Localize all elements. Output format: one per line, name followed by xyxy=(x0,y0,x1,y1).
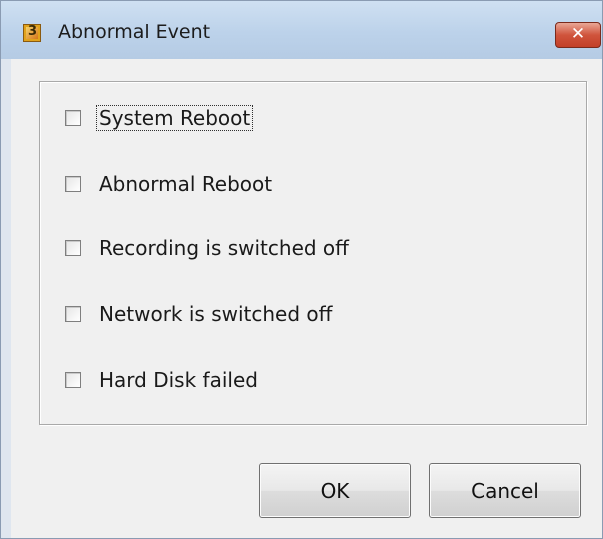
checkbox-label[interactable]: System Reboot xyxy=(95,105,254,131)
checkbox-label[interactable]: Network is switched off xyxy=(97,302,334,326)
window-title: Abnormal Event xyxy=(58,21,211,43)
checkbox-label[interactable]: Hard Disk failed xyxy=(97,368,260,392)
checkbox-box[interactable] xyxy=(65,306,81,322)
app-icon xyxy=(23,24,41,42)
checkbox-box[interactable] xyxy=(65,372,81,388)
checkbox-abnormal-reboot[interactable]: Abnormal Reboot xyxy=(65,169,274,199)
checkbox-network-switched-off[interactable]: Network is switched off xyxy=(65,299,334,329)
cancel-button[interactable]: Cancel xyxy=(429,463,581,518)
abnormal-event-dialog: Abnormal Event ✕ System Reboot Abnormal … xyxy=(0,0,603,539)
ok-button[interactable]: OK xyxy=(259,463,411,518)
checkbox-label[interactable]: Recording is switched off xyxy=(97,236,351,260)
checkbox-hard-disk-failed[interactable]: Hard Disk failed xyxy=(65,365,260,395)
checkbox-label[interactable]: Abnormal Reboot xyxy=(97,172,274,196)
checkbox-box[interactable] xyxy=(65,240,81,256)
close-icon: ✕ xyxy=(570,24,586,44)
checkbox-system-reboot[interactable]: System Reboot xyxy=(65,103,254,133)
checkbox-recording-switched-off[interactable]: Recording is switched off xyxy=(65,233,351,263)
checkbox-box[interactable] xyxy=(65,110,81,126)
title-bar[interactable]: Abnormal Event ✕ xyxy=(1,1,602,59)
close-button[interactable]: ✕ xyxy=(555,22,601,48)
checkbox-box[interactable] xyxy=(65,176,81,192)
dialog-body: System Reboot Abnormal Reboot Recording … xyxy=(11,59,602,538)
